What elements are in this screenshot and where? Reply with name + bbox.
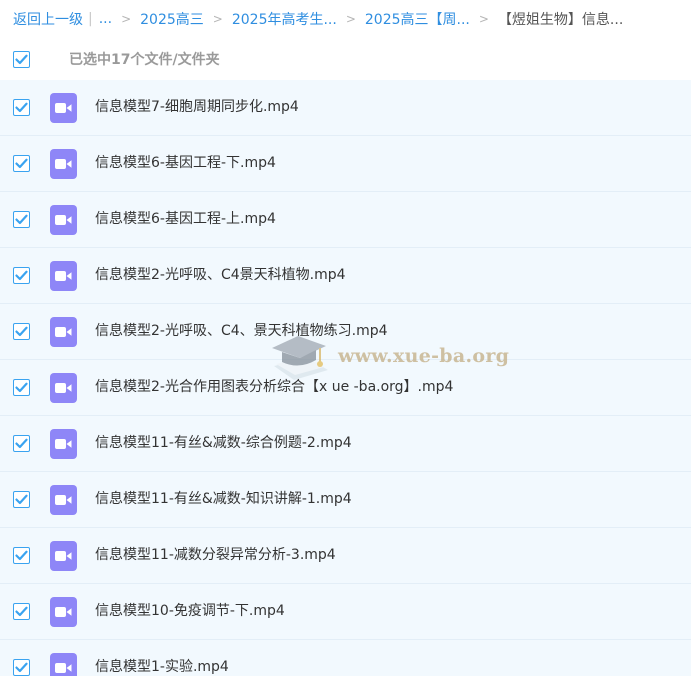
check-icon — [15, 158, 28, 169]
video-camera-icon — [55, 551, 72, 561]
video-file-icon — [50, 597, 77, 627]
video-camera-icon — [55, 215, 72, 225]
video-camera-icon — [55, 383, 72, 393]
video-file-icon — [50, 93, 77, 123]
breadcrumb-item[interactable]: 2025年高考生... — [232, 9, 337, 29]
file-row[interactable]: 信息模型11-有丝&减数-知识讲解-1.mp4 — [0, 472, 691, 528]
check-icon — [15, 606, 28, 617]
file-row[interactable]: 信息模型2-光呼吸、C4景天科植物.mp4 — [0, 248, 691, 304]
file-checkbox[interactable] — [13, 155, 30, 172]
video-file-icon — [50, 541, 77, 571]
file-checkbox[interactable] — [13, 99, 30, 116]
file-name[interactable]: 信息模型6-基因工程-下.mp4 — [95, 136, 276, 191]
check-icon — [15, 214, 28, 225]
check-icon — [15, 494, 28, 505]
check-icon — [15, 326, 28, 337]
breadcrumb-separator: > — [478, 12, 489, 26]
video-file-icon — [50, 653, 77, 676]
breadcrumb-separator: > — [345, 12, 356, 26]
file-name[interactable]: 信息模型2-光呼吸、C4、景天科植物练习.mp4 — [95, 304, 388, 359]
breadcrumb-item[interactable]: 2025高三【周... — [365, 9, 470, 29]
video-file-icon — [50, 373, 77, 403]
video-camera-icon — [55, 439, 72, 449]
video-file-icon — [50, 261, 77, 291]
file-checkbox[interactable] — [13, 211, 30, 228]
file-checkbox[interactable] — [13, 435, 30, 452]
check-icon — [15, 102, 28, 113]
video-camera-icon — [55, 271, 72, 281]
selection-summary: 已选中17个文件/文件夹 — [69, 52, 220, 68]
file-name[interactable]: 信息模型11-有丝&减数-知识讲解-1.mp4 — [95, 472, 352, 527]
select-all-bar: 已选中17个文件/文件夹 — [0, 38, 691, 82]
check-icon — [15, 54, 28, 65]
video-file-icon — [50, 149, 77, 179]
file-name[interactable]: 信息模型1-实验.mp4 — [95, 640, 229, 676]
file-checkbox[interactable] — [13, 267, 30, 284]
breadcrumb-current: 【煜姐生物】信息... — [497, 12, 624, 28]
file-row[interactable]: 信息模型7-细胞周期同步化.mp4 — [0, 80, 691, 136]
breadcrumb-item[interactable]: 2025高三 — [140, 9, 204, 29]
file-name[interactable]: 信息模型6-基因工程-上.mp4 — [95, 192, 276, 247]
file-row[interactable]: 信息模型6-基因工程-上.mp4 — [0, 192, 691, 248]
file-name[interactable]: 信息模型7-细胞周期同步化.mp4 — [95, 80, 299, 135]
file-name[interactable]: 信息模型11-有丝&减数-综合例题-2.mp4 — [95, 416, 352, 471]
breadcrumb-separator: > — [212, 12, 223, 26]
file-row[interactable]: 信息模型2-光合作用图表分析综合【x ue -ba.org】.mp4 — [0, 360, 691, 416]
file-checkbox[interactable] — [13, 379, 30, 396]
video-camera-icon — [55, 327, 72, 337]
file-row[interactable]: 信息模型6-基因工程-下.mp4 — [0, 136, 691, 192]
check-icon — [15, 382, 28, 393]
file-row[interactable]: 信息模型2-光呼吸、C4、景天科植物练习.mp4 — [0, 304, 691, 360]
file-browser: 返回上一级 | ... > 2025高三 > 2025年高考生... > 202… — [0, 0, 691, 676]
video-camera-icon — [55, 607, 72, 617]
check-icon — [15, 270, 28, 281]
file-name[interactable]: 信息模型10-免疫调节-下.mp4 — [95, 584, 285, 639]
file-name[interactable]: 信息模型11-减数分裂异常分析-3.mp4 — [95, 528, 336, 583]
file-list: 信息模型7-细胞周期同步化.mp4 信息模型6-基因工程-下.mp4 信息模型6… — [0, 80, 691, 676]
check-icon — [15, 438, 28, 449]
file-checkbox[interactable] — [13, 547, 30, 564]
breadcrumb: 返回上一级 | ... > 2025高三 > 2025年高考生... > 202… — [0, 0, 691, 38]
file-name[interactable]: 信息模型2-光合作用图表分析综合【x ue -ba.org】.mp4 — [95, 360, 453, 415]
file-checkbox[interactable] — [13, 603, 30, 620]
video-file-icon — [50, 317, 77, 347]
file-row[interactable]: 信息模型1-实验.mp4 — [0, 640, 691, 676]
breadcrumb-separator: > — [121, 12, 132, 26]
file-row[interactable]: 信息模型10-免疫调节-下.mp4 — [0, 584, 691, 640]
file-checkbox[interactable] — [13, 323, 30, 340]
video-file-icon — [50, 429, 77, 459]
select-all-checkbox[interactable] — [13, 51, 30, 68]
file-checkbox[interactable] — [13, 659, 30, 676]
video-camera-icon — [55, 159, 72, 169]
back-link[interactable]: 返回上一级 — [13, 9, 83, 29]
video-camera-icon — [55, 103, 72, 113]
file-row[interactable]: 信息模型11-有丝&减数-综合例题-2.mp4 — [0, 416, 691, 472]
breadcrumb-ellipsis[interactable]: ... — [99, 11, 112, 27]
file-name[interactable]: 信息模型2-光呼吸、C4景天科植物.mp4 — [95, 248, 346, 303]
video-file-icon — [50, 205, 77, 235]
video-camera-icon — [55, 495, 72, 505]
video-file-icon — [50, 485, 77, 515]
video-camera-icon — [55, 663, 72, 673]
check-icon — [15, 550, 28, 561]
check-icon — [15, 662, 28, 673]
breadcrumb-divider: | — [88, 11, 93, 27]
file-row[interactable]: 信息模型11-减数分裂异常分析-3.mp4 — [0, 528, 691, 584]
file-checkbox[interactable] — [13, 491, 30, 508]
